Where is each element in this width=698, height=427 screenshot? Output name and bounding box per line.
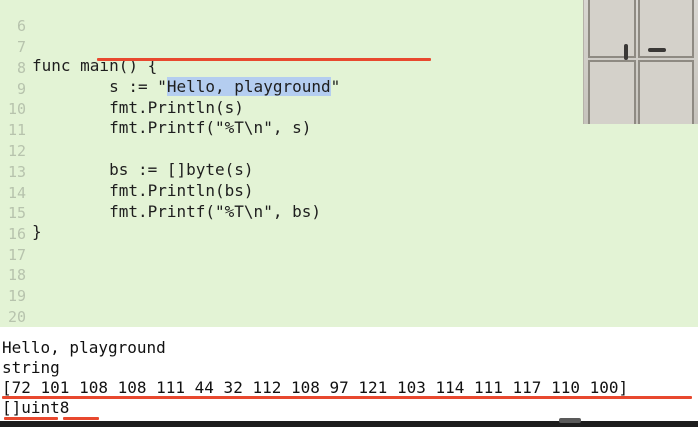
- cabinet-handle: [624, 44, 628, 60]
- bar-indicator: [559, 418, 581, 423]
- code-line: 15 }: [0, 184, 42, 241]
- code-line: 11: [0, 101, 39, 139]
- code-text: fmt.Printf("%T\n", s): [32, 118, 312, 137]
- code-line: 10 fmt.Printf("%T\n", s): [0, 80, 311, 137]
- code-line: 6: [0, 0, 39, 35]
- code-line: 17: [0, 226, 39, 264]
- code-line: 12 bs := []byte(s): [0, 122, 254, 179]
- red-underline-annotation: [63, 417, 99, 420]
- code-text: fmt.Println(bs): [32, 181, 254, 200]
- code-prefix: s := ": [32, 77, 167, 96]
- cabinet-door: [588, 60, 636, 124]
- program-output: Hello, playground string [72 101 108 108…: [0, 327, 698, 421]
- code-line: 20: [0, 288, 39, 326]
- code-line: 19: [0, 267, 39, 305]
- red-underline-annotation: [2, 396, 692, 399]
- code-line-selected: 8 s := "Hello, playground": [0, 39, 340, 96]
- text-selection: Hello, playground: [166, 77, 331, 96]
- code-text: bs := []byte(s): [32, 160, 254, 179]
- webcam-overlay: [583, 0, 698, 124]
- cabinet-door: [638, 60, 694, 124]
- bottom-bar: [0, 421, 698, 427]
- output-line: []uint8: [2, 398, 70, 417]
- code-line: 14 fmt.Printf("%T\n", bs): [0, 164, 321, 221]
- cabinet-door: [588, 0, 636, 58]
- output-line: string: [2, 358, 60, 377]
- code-line: 9 fmt.Println(s): [0, 60, 244, 117]
- code-text: s := "Hello, playground": [32, 77, 340, 97]
- code-line: 7 func main() {: [0, 18, 157, 75]
- code-line: 18: [0, 246, 39, 284]
- red-underline-annotation: [97, 58, 431, 61]
- code-line: 16: [0, 205, 39, 243]
- code-text: fmt.Printf("%T\n", bs): [32, 202, 321, 221]
- code-suffix: ": [330, 77, 341, 96]
- code-text: fmt.Println(s): [32, 98, 244, 117]
- code-editor[interactable]: 6 7 func main() { 8 s := "Hello, playgro…: [0, 0, 698, 327]
- code-line: 21: [0, 309, 39, 327]
- code-line: 13 fmt.Println(bs): [0, 143, 254, 200]
- red-underline-annotation: [4, 417, 58, 420]
- output-line: Hello, playground: [2, 338, 166, 357]
- output-line: [72 101 108 108 111 44 32 112 108 97 121…: [2, 378, 629, 397]
- cabinet-door: [638, 0, 694, 58]
- cabinet-handle: [648, 48, 666, 52]
